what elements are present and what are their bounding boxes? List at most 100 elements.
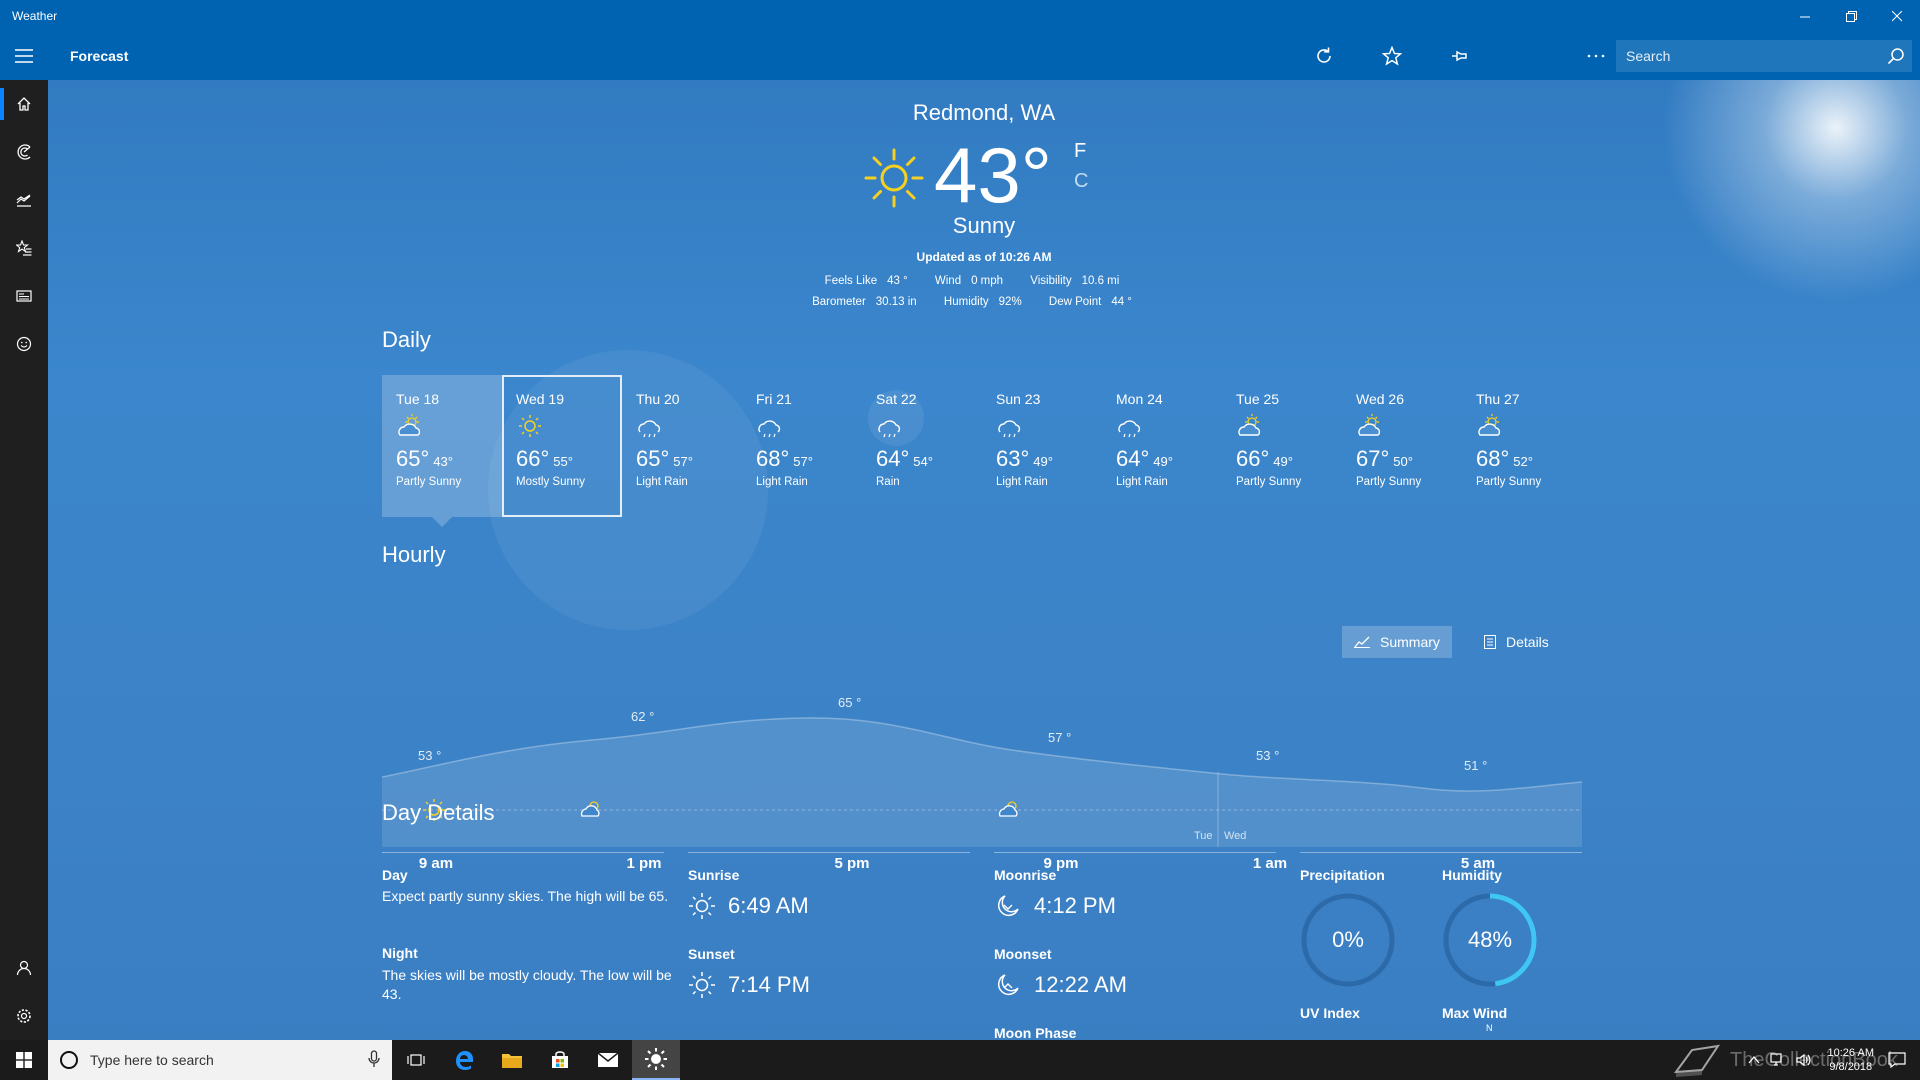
day-temps: 64° 49° bbox=[1116, 446, 1222, 472]
weather-app[interactable] bbox=[632, 1040, 680, 1080]
unit-fahrenheit[interactable]: F bbox=[1074, 136, 1088, 166]
task-view-icon bbox=[407, 1054, 425, 1066]
taskbar-search-placeholder: Type here to search bbox=[90, 1052, 214, 1068]
dark-mode-button[interactable] bbox=[1494, 32, 1562, 80]
updated-time: Updated as of 10:26 AM bbox=[916, 250, 1052, 264]
cortana-icon bbox=[60, 1051, 78, 1069]
minimize-icon bbox=[1799, 16, 1810, 17]
app-title: Weather bbox=[12, 9, 58, 23]
sunny-icon bbox=[519, 415, 541, 437]
search-input[interactable] bbox=[1616, 48, 1880, 64]
daily-day-card[interactable]: Sun 23 63° 49° Light Rain bbox=[982, 375, 1102, 517]
search-button[interactable] bbox=[1880, 40, 1912, 72]
unit-toggle: F C bbox=[1074, 136, 1088, 196]
start-button[interactable] bbox=[0, 1040, 48, 1080]
stat-label: Visibility bbox=[1030, 275, 1072, 287]
day-high: 63° bbox=[996, 446, 1030, 471]
file-explorer-app[interactable] bbox=[488, 1040, 536, 1080]
stat-value: 43 ° bbox=[887, 275, 908, 287]
command-icons bbox=[1290, 32, 1630, 80]
task-view-button[interactable] bbox=[392, 1040, 440, 1080]
hamburger-icon bbox=[15, 49, 33, 63]
day-low: 52° bbox=[1513, 454, 1533, 469]
hour-label: 1 pm bbox=[626, 855, 662, 872]
taskbar-search[interactable]: Type here to search bbox=[48, 1040, 392, 1080]
stat-value: 30.13 in bbox=[875, 296, 917, 308]
details-tab[interactable]: Details bbox=[1472, 626, 1561, 658]
rain-icon bbox=[998, 420, 1021, 438]
day-name: Thu 27 bbox=[1476, 391, 1520, 407]
hamburger-menu-button[interactable] bbox=[0, 32, 48, 80]
daily-day-card[interactable]: Sat 22 64° 54° Rain bbox=[862, 375, 982, 517]
stat-value: 10.6 mi bbox=[1081, 275, 1120, 287]
nav-forecast[interactable] bbox=[0, 80, 48, 128]
partly-sunny-icon bbox=[398, 414, 421, 436]
restore-button[interactable] bbox=[1828, 0, 1874, 32]
line-chart-icon bbox=[1354, 636, 1370, 648]
moon-phase-label: Moon Phase bbox=[994, 1025, 1077, 1040]
current-temp-value: 43 bbox=[934, 131, 1021, 219]
moonset-time: 12:22 AM bbox=[994, 971, 1127, 999]
day-name: Sun 23 bbox=[996, 391, 1041, 407]
rain-icon bbox=[878, 420, 901, 438]
day-temps: 64° 54° bbox=[876, 446, 982, 472]
summary-tab[interactable]: Summary bbox=[1342, 626, 1452, 658]
daily-day-card[interactable]: Mon 24 64° 49° Light Rain bbox=[1102, 375, 1222, 517]
refresh-button[interactable] bbox=[1290, 32, 1358, 80]
moonset-label: Moonset bbox=[994, 946, 1052, 962]
favorite-button[interactable] bbox=[1358, 32, 1426, 80]
star-icon bbox=[1382, 46, 1402, 66]
microphone-icon[interactable] bbox=[368, 1050, 380, 1068]
nav-maps[interactable] bbox=[0, 128, 48, 176]
day-condition: Mostly Sunny bbox=[516, 476, 586, 488]
minimize-button[interactable] bbox=[1782, 0, 1828, 32]
day-low: 54° bbox=[913, 454, 933, 469]
search-box[interactable] bbox=[1616, 40, 1912, 72]
day-condition: Partly Sunny bbox=[396, 476, 462, 488]
day-low: 57° bbox=[673, 454, 693, 469]
day-temps: 66° 49° bbox=[1236, 446, 1342, 472]
radar-icon bbox=[17, 144, 31, 160]
more-icon bbox=[1587, 54, 1605, 58]
unit-celsius[interactable]: C bbox=[1074, 166, 1088, 196]
nav-historical[interactable] bbox=[0, 176, 48, 224]
stat-value: 92% bbox=[998, 296, 1022, 308]
mail-app[interactable] bbox=[584, 1040, 632, 1080]
max-wind-label: Max Wind bbox=[1442, 1005, 1508, 1021]
daily-day-card[interactable]: Tue 18 65° 43° Partly Sunny bbox=[382, 375, 502, 527]
nav-account[interactable] bbox=[0, 944, 48, 992]
store-app[interactable] bbox=[536, 1040, 584, 1080]
humidity-value: 48% bbox=[1467, 927, 1513, 952]
daily-day-card[interactable]: Tue 25 66° 49° Partly Sunny bbox=[1222, 375, 1342, 517]
day-label: Day bbox=[382, 867, 408, 883]
day-name: Tue 18 bbox=[396, 391, 440, 407]
smiley-icon bbox=[16, 336, 32, 352]
nav-settings[interactable] bbox=[0, 992, 48, 1040]
location-name: Redmond, WA bbox=[912, 100, 1056, 125]
nav-feedback[interactable] bbox=[0, 320, 48, 368]
nav-places[interactable] bbox=[0, 224, 48, 272]
hourly-temp-label: 65 ° bbox=[838, 695, 861, 710]
edge-app[interactable] bbox=[440, 1040, 488, 1080]
hourly-chart[interactable]: 53 ° 62 ° 65 ° 57 ° 53 ° 51 ° Tue Wed bbox=[382, 660, 1582, 860]
day-low: 55° bbox=[553, 454, 573, 469]
title-bar: Weather bbox=[0, 0, 1920, 32]
moonrise-label: Moonrise bbox=[994, 867, 1057, 883]
day-condition: Light Rain bbox=[1116, 476, 1168, 488]
nav-news[interactable] bbox=[0, 272, 48, 320]
close-button[interactable] bbox=[1874, 0, 1920, 32]
daily-day-card[interactable]: Thu 27 68° 52° Partly Sunny bbox=[1462, 375, 1582, 517]
news-icon bbox=[16, 290, 32, 302]
forecast-content[interactable]: Redmond, WA 43° F C Sunny Updated as of … bbox=[48, 80, 1920, 1040]
daily-day-card[interactable]: Wed 26 67° 50° Partly Sunny bbox=[1342, 375, 1462, 517]
daily-day-card[interactable]: Wed 19 66° 55° Mostly Sunny bbox=[502, 375, 622, 517]
rain-icon bbox=[638, 420, 661, 438]
pin-button[interactable] bbox=[1426, 32, 1494, 80]
favorites-list-icon bbox=[16, 240, 32, 256]
moonset-icon bbox=[998, 974, 1019, 995]
stat-value: 44 ° bbox=[1111, 296, 1132, 308]
stat-label: Dew Point bbox=[1048, 296, 1102, 308]
daily-day-card[interactable]: Fri 21 68° 57° Light Rain bbox=[742, 375, 862, 517]
sunset-icon bbox=[689, 972, 715, 998]
daily-day-card[interactable]: Thu 20 65° 57° Light Rain bbox=[622, 375, 742, 517]
